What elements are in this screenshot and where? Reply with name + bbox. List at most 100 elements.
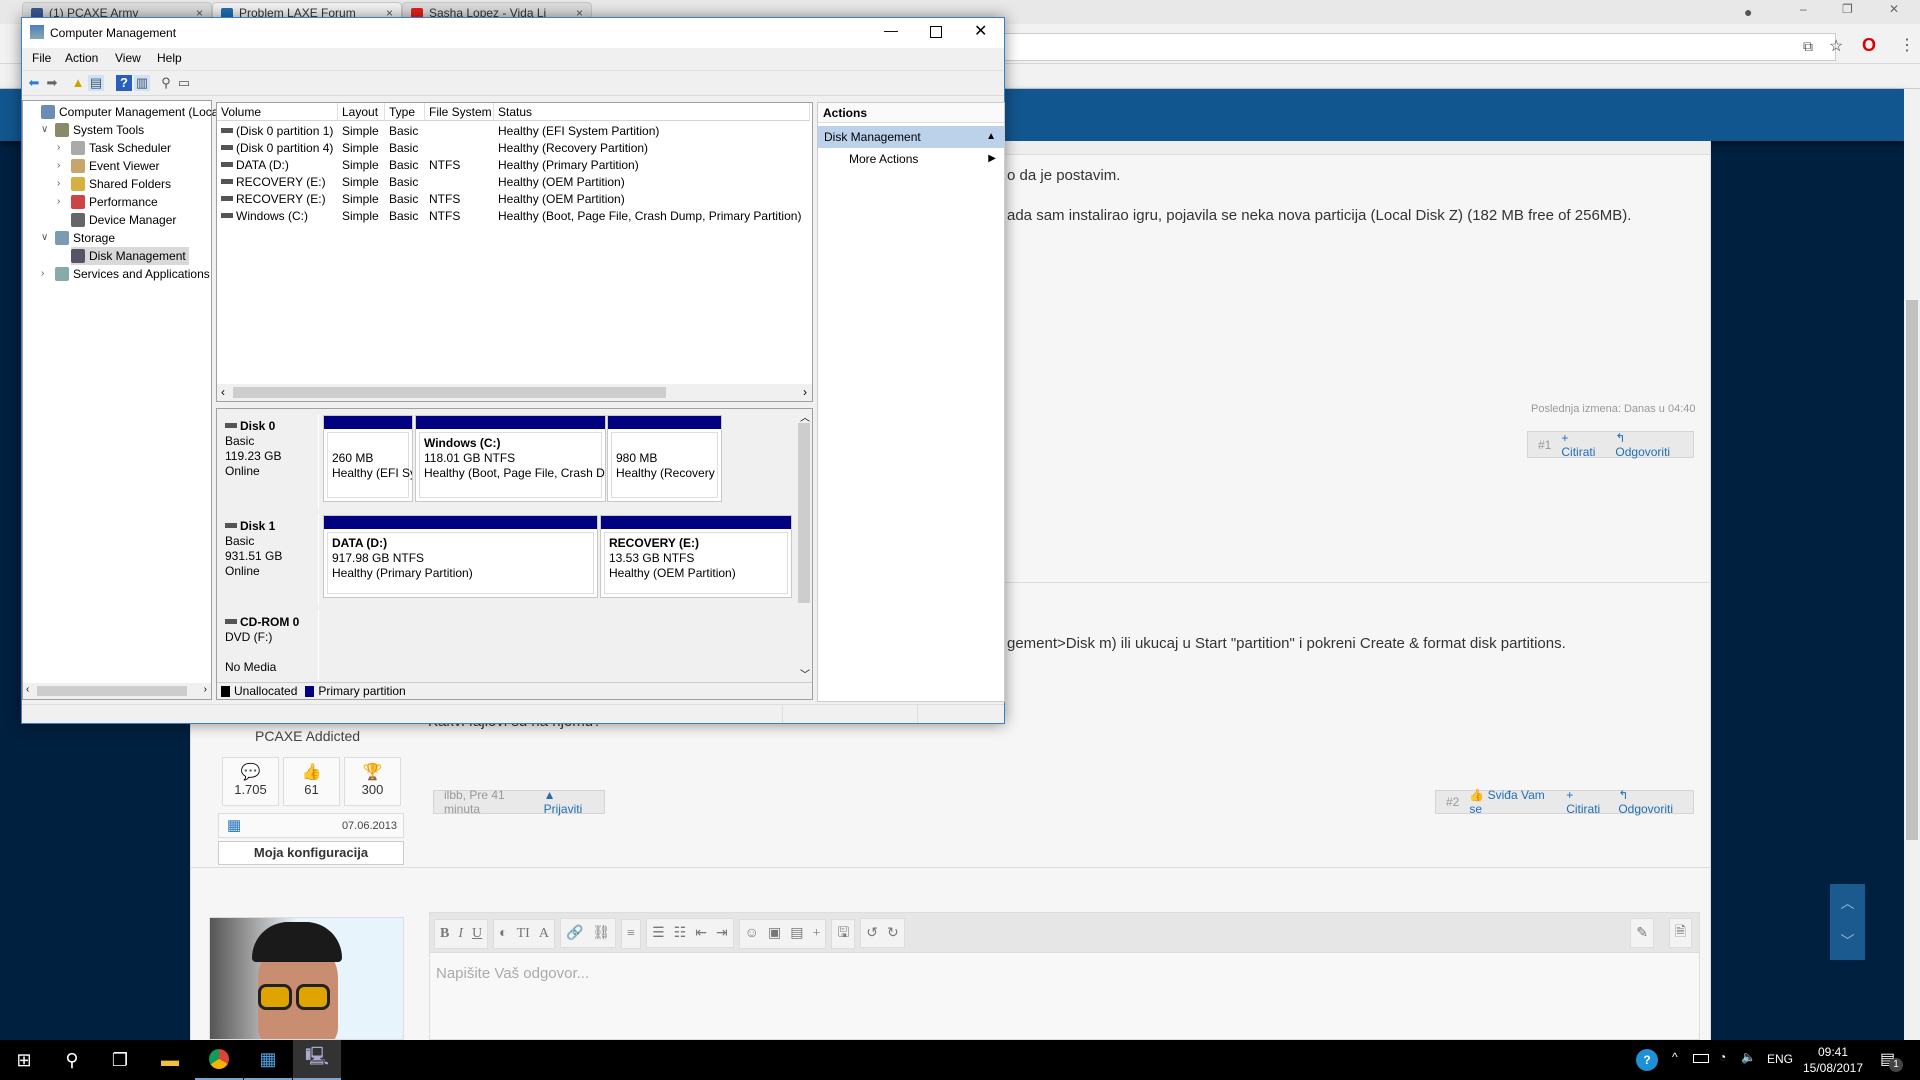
scroll-left-icon[interactable]: ‹ bbox=[221, 385, 225, 399]
computer-management-taskbar-button[interactable]: 🖳 bbox=[293, 1040, 341, 1080]
reply-button[interactable]: ↰ Odgovoriti bbox=[1618, 788, 1683, 816]
disk-vscrollbar[interactable]: ︿ ﹀ bbox=[796, 409, 812, 681]
scroll-left-icon[interactable]: ‹ bbox=[26, 684, 29, 695]
save-draft-button[interactable]: 🖫 bbox=[831, 918, 856, 949]
eraser-button[interactable]: ✎ bbox=[1630, 918, 1654, 948]
collapse-icon[interactable]: ▲ bbox=[986, 126, 996, 148]
column-header[interactable]: File System bbox=[425, 103, 494, 121]
color-group[interactable]: ◐ TI A bbox=[493, 918, 555, 949]
close-icon[interactable]: ✕ bbox=[1889, 2, 1899, 16]
menu-help[interactable]: Help bbox=[157, 51, 182, 65]
tree-item[interactable]: Performance bbox=[71, 193, 158, 211]
source-button[interactable]: 🗎 bbox=[1668, 918, 1692, 948]
tree-item[interactable]: Device Manager bbox=[71, 211, 176, 229]
disk-label[interactable]: Disk 1 Basic 931.51 GB Online bbox=[217, 514, 319, 605]
star-icon[interactable]: ☆ bbox=[1829, 36, 1843, 56]
search-button[interactable]: ⚲ bbox=[48, 1040, 96, 1080]
volume-row[interactable]: (Disk 0 partition 1) Simple Basic Healthy (… bbox=[217, 123, 812, 140]
action-pane-icon[interactable]: ▥ bbox=[134, 75, 150, 91]
up-folder-icon[interactable]: ▲ bbox=[70, 75, 86, 91]
help-icon[interactable]: ? bbox=[116, 75, 132, 91]
volume-row[interactable]: RECOVERY (E:) Simple Basic NTFS Healthy (OEM… bbox=[217, 191, 812, 208]
scroll-top-button[interactable]: ︿ bbox=[1830, 884, 1865, 922]
collapse-chevron-icon[interactable]: ∨ bbox=[41, 232, 48, 243]
tree-hscrollbar[interactable]: ‹ › bbox=[23, 683, 211, 699]
volume-row[interactable]: RECOVERY (E:) Simple Basic Healthy (OEM Par… bbox=[217, 174, 812, 191]
tree-item[interactable]: Shared Folders bbox=[71, 175, 171, 193]
clock[interactable]: 09:41 15/08/2017 bbox=[1802, 1044, 1864, 1076]
quote-button[interactable]: + Citirati bbox=[1561, 431, 1605, 459]
volume-row[interactable]: Windows (C:) Simple Basic NTFS Healthy (Boot… bbox=[217, 208, 812, 225]
scroll-up-icon[interactable]: ︿ bbox=[800, 409, 810, 424]
menu-action[interactable]: Action bbox=[65, 51, 98, 65]
translate-icon[interactable]: ⧉ bbox=[1803, 38, 1813, 55]
tree-item[interactable]: System Tools bbox=[55, 121, 144, 139]
menu-icon[interactable]: ⋮ bbox=[1899, 35, 1915, 55]
properties-icon[interactable]: ▭ bbox=[176, 75, 192, 91]
action-center-icon[interactable]: ▤ 1 bbox=[1880, 1049, 1903, 1072]
scroll-bottom-button[interactable]: ﹀ bbox=[1830, 922, 1865, 960]
reply-button[interactable]: ↰ Odgovoriti bbox=[1615, 431, 1683, 459]
scroll-right-icon[interactable]: › bbox=[803, 385, 807, 399]
help-tray-icon[interactable]: ? bbox=[1636, 1049, 1658, 1071]
list-group[interactable]: ☰ ☷ ⇤ ⇥ bbox=[646, 918, 734, 948]
disk-label[interactable]: CD-ROM 0 DVD (F:) No Media bbox=[217, 610, 319, 681]
expand-chevron-icon[interactable]: › bbox=[57, 142, 60, 153]
partition-block[interactable]: RECOVERY (E:) 13.53 GB NTFS Healthy (OEM P… bbox=[600, 515, 792, 598]
partition-block[interactable]: 980 MB Healthy (Recovery bbox=[607, 415, 722, 502]
partition-block[interactable]: DATA (D:) 917.98 GB NTFS Healthy (Primary … bbox=[323, 515, 598, 598]
volume-hscrollbar[interactable]: ‹ › bbox=[217, 384, 812, 401]
insert-group[interactable]: ☺ ▣ ▤ + bbox=[738, 918, 827, 949]
chrome-button[interactable] bbox=[195, 1040, 243, 1080]
config-button[interactable]: Moja konfiguracija bbox=[218, 841, 404, 865]
tree-item[interactable]: Storage bbox=[55, 229, 115, 247]
show-tree-icon[interactable]: ▤ bbox=[88, 75, 104, 91]
undo-redo-group[interactable]: ↺ ↻ bbox=[860, 918, 905, 948]
volume-row[interactable]: DATA (D:) Simple Basic NTFS Healthy (Primary… bbox=[217, 157, 812, 174]
back-icon[interactable]: ⬅ bbox=[26, 75, 42, 91]
wifi-icon[interactable]: ◔ bbox=[1719, 1050, 1726, 1064]
language-indicator[interactable]: ENG bbox=[1767, 1052, 1793, 1066]
opera-icon[interactable]: O bbox=[1862, 35, 1876, 56]
expand-chevron-icon[interactable]: › bbox=[41, 268, 44, 279]
file-explorer-button[interactable]: ▬ bbox=[146, 1040, 194, 1080]
disk-label[interactable]: Disk 0 Basic 119.23 GB Online bbox=[217, 414, 319, 509]
forward-icon[interactable]: ➡ bbox=[44, 75, 60, 91]
scrollbar-thumb[interactable] bbox=[798, 423, 810, 603]
profile-icon[interactable]: ● bbox=[1744, 4, 1752, 20]
column-header[interactable]: Status bbox=[494, 103, 810, 121]
format-group[interactable]: BIU bbox=[434, 918, 489, 949]
actions-section-disk-management[interactable]: Disk Management ▲ bbox=[818, 126, 1004, 148]
partition-block[interactable]: 260 MB Healthy (EFI Sy bbox=[323, 415, 413, 502]
tree-item[interactable]: Services and Applications bbox=[55, 265, 210, 283]
link-group[interactable]: 🔗 ⛓ bbox=[559, 918, 617, 948]
expand-chevron-icon[interactable]: › bbox=[57, 160, 60, 171]
expand-chevron-icon[interactable]: › bbox=[57, 178, 60, 189]
scrollbar-thumb[interactable] bbox=[37, 686, 187, 696]
battery-icon[interactable] bbox=[1693, 1054, 1709, 1063]
tree-item[interactable]: Computer Management (Local bbox=[41, 103, 221, 121]
close-button[interactable]: ✕ bbox=[974, 21, 987, 41]
column-header[interactable]: Volume bbox=[217, 103, 338, 121]
restore-icon[interactable]: ❐ bbox=[1842, 2, 1853, 16]
menu-file[interactable]: File bbox=[32, 51, 51, 65]
scroll-right-icon[interactable]: › bbox=[204, 684, 207, 695]
start-button[interactable]: ⊞ bbox=[0, 1040, 48, 1080]
more-actions[interactable]: More Actions ▶ bbox=[818, 148, 1004, 170]
control-panel-button[interactable]: ▦ bbox=[244, 1040, 292, 1080]
column-header[interactable]: Type bbox=[385, 103, 425, 121]
connect-icon[interactable]: ⚲ bbox=[158, 75, 174, 91]
show-hidden-icons[interactable]: ^ bbox=[1672, 1050, 1678, 1064]
like-button[interactable]: 👍 Sviđa Vam se bbox=[1469, 788, 1556, 816]
page-scrollbar-thumb[interactable] bbox=[1906, 300, 1918, 840]
partition-block[interactable]: Windows (C:) 118.01 GB NTFS Healthy (Boot,… bbox=[415, 415, 606, 502]
volume-icon[interactable]: 🔈 bbox=[1741, 1050, 1756, 1064]
report-button[interactable]: ▲ Prijaviti bbox=[544, 788, 594, 816]
minimize-icon[interactable]: – bbox=[1800, 2, 1807, 16]
scrollbar-thumb[interactable] bbox=[233, 387, 666, 398]
column-header[interactable]: Layout bbox=[338, 103, 385, 121]
tree-item[interactable]: Disk Management bbox=[71, 247, 189, 265]
url-input[interactable] bbox=[1000, 33, 1836, 61]
expand-chevron-icon[interactable]: › bbox=[57, 196, 60, 207]
menu-view[interactable]: View bbox=[115, 51, 141, 65]
